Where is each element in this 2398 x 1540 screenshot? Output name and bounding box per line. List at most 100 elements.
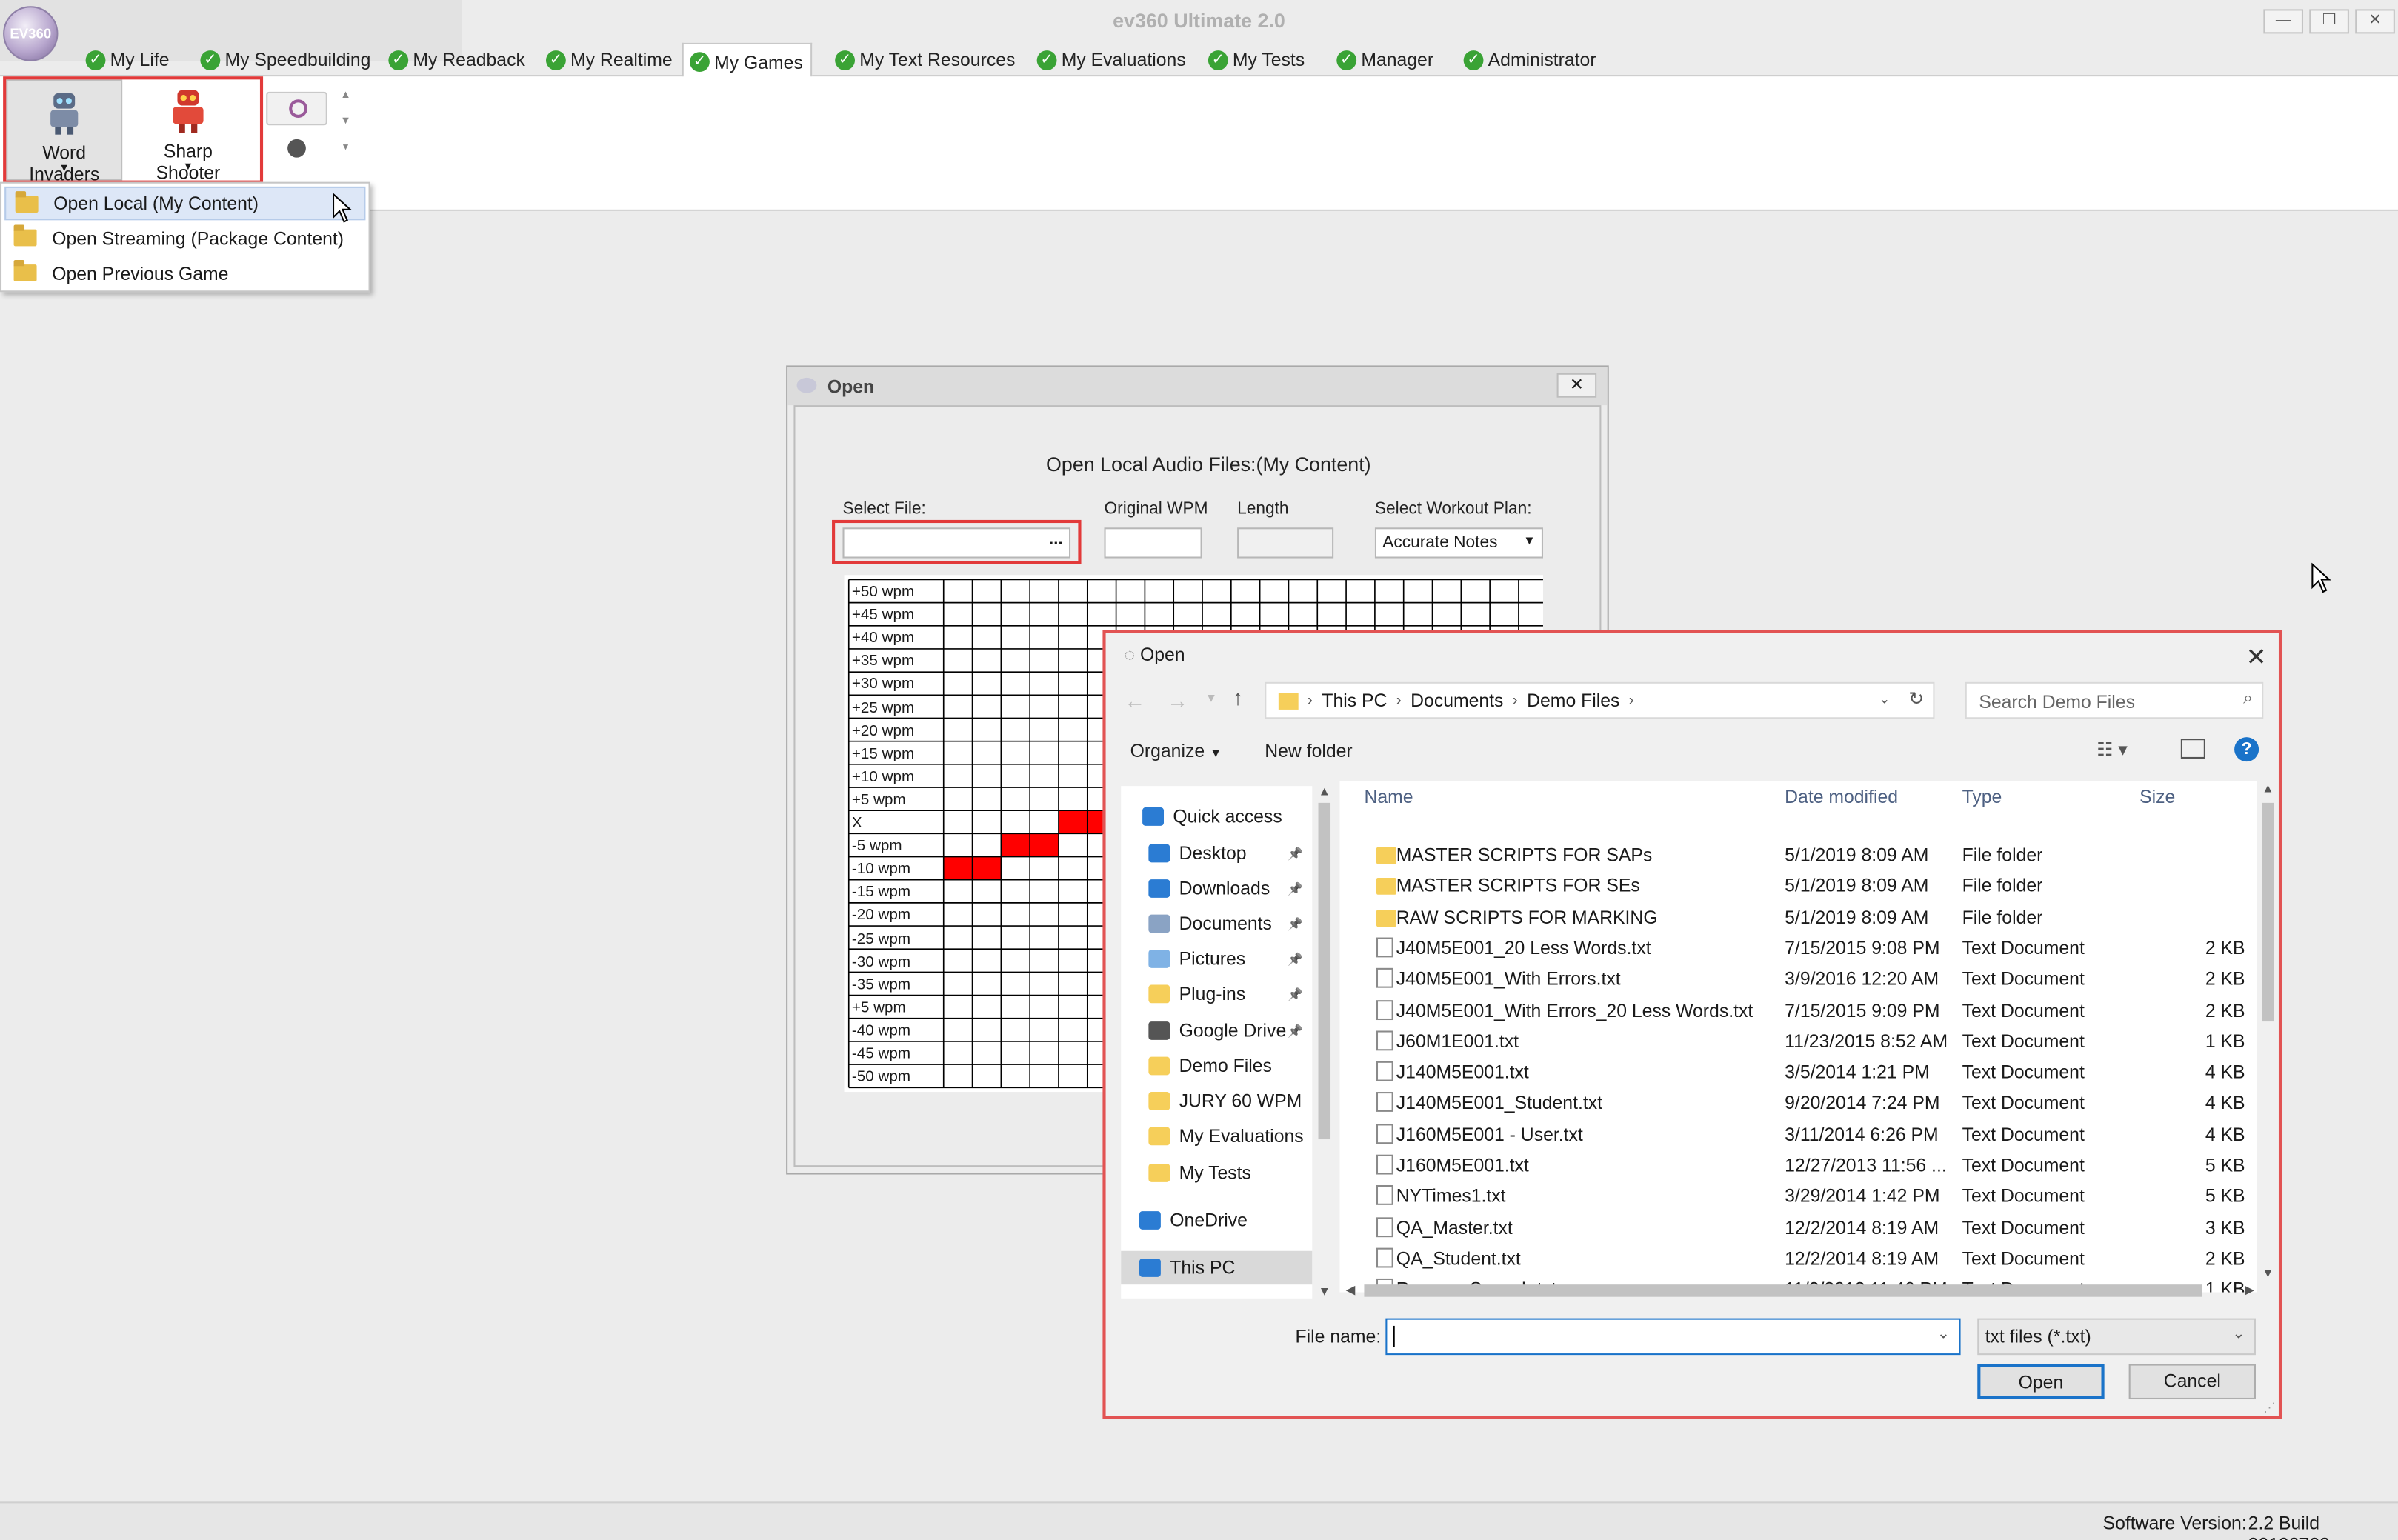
menu-item-open-local[interactable]: Open Local (My Content) — [4, 186, 366, 221]
nav-item-documents[interactable]: Documents 📌 — [1121, 907, 1312, 940]
nav-item-my-evaluations[interactable]: My Evaluations — [1121, 1119, 1312, 1153]
recent-locations-icon[interactable]: ▼ — [1205, 691, 1217, 705]
dialog-close-button[interactable]: ✕ — [1556, 373, 1597, 398]
file-name: QA_Master.txt — [1396, 1216, 1513, 1239]
tab-administrator[interactable]: ✓ Administrator — [1457, 43, 1604, 76]
menu-item-label: Open Previous Game — [52, 263, 229, 284]
file-row[interactable]: J140M5E001.txt 3/5/2014 1:21 PM Text Docum… — [1339, 1057, 2257, 1087]
tab-label: My Speedbuilding — [224, 49, 371, 70]
file-type: File folder — [1962, 875, 2043, 897]
file-row[interactable]: J40M5E001_20 Less Words.txt 7/15/2015 9:0… — [1339, 933, 2257, 963]
file-row[interactable]: NYTimes1.txt 3/29/2014 1:42 PM Text Docume… — [1339, 1181, 2257, 1211]
workout-plan-select[interactable]: Accurate Notes ▼ — [1374, 527, 1543, 559]
file-row[interactable]: J140M5E001_Student.txt 9/20/2014 7:24 PM T… — [1339, 1088, 2257, 1119]
file-open-dialog: ◌ Open ✕ ← → ▼ ↑ › This PC › Documents ›… — [1102, 630, 2282, 1419]
back-button[interactable]: ← — [1124, 688, 1145, 713]
file-list-hscrollbar[interactable]: ◀ ▶ — [1343, 1280, 2258, 1301]
file-row[interactable]: QA_Master.txt 12/2/2014 8:19 AM Text Docum… — [1339, 1212, 2257, 1242]
nav-item-pictures[interactable]: Pictures 📌 — [1121, 942, 1312, 976]
nav-item-my-tests[interactable]: My Tests — [1121, 1156, 1312, 1190]
column-size[interactable]: Size — [2139, 786, 2175, 807]
new-folder-button[interactable]: New folder — [1265, 740, 1352, 761]
forward-button[interactable]: → — [1167, 688, 1188, 713]
help-icon[interactable]: ? — [2234, 737, 2259, 762]
file-row[interactable]: J60M1E001.txt 11/23/2015 8:52 AM Text Docu… — [1339, 1026, 2257, 1056]
tab-manager[interactable]: ✓ Manager — [1330, 43, 1441, 76]
tab-my-evaluations[interactable]: ✓ My Evaluations — [1030, 43, 1193, 76]
nav-item-desktop[interactable]: Desktop 📌 — [1121, 836, 1312, 870]
file-list: Name ^ Date modified Type Size MASTER SC… — [1339, 781, 2258, 1293]
close-button[interactable]: ✕ — [2355, 9, 2395, 34]
file-list-vscrollbar[interactable]: ▲ ▼ — [2257, 781, 2279, 1280]
file-name-input[interactable]: ⌄ — [1385, 1318, 1961, 1356]
nav-item-onedrive[interactable]: OneDrive — [1121, 1204, 1312, 1237]
app-logo[interactable]: EV360 — [3, 6, 59, 61]
breadcrumb-demo-files[interactable]: Demo Files — [1527, 690, 1619, 711]
file-name: J160M5E001 - User.txt — [1396, 1123, 1583, 1145]
up-button[interactable]: ↑ — [1233, 685, 1243, 710]
file-type-select[interactable]: txt files (*.txt) ⌄ — [1977, 1318, 2256, 1356]
chevron-down-icon[interactable]: ⌄ — [1879, 691, 1891, 708]
organize-button[interactable]: Organize ▼ — [1130, 740, 1222, 761]
file-type: Text Document — [1962, 1185, 2085, 1207]
nav-item-jury-60-wpm[interactable]: JURY 60 WPM — [1121, 1084, 1312, 1118]
nav-item-label: Pictures — [1179, 947, 1246, 970]
file-type: File folder — [1962, 844, 2043, 866]
resize-grip-icon[interactable]: ⋰ — [2263, 1401, 2276, 1415]
column-name[interactable]: Name — [1364, 786, 1413, 807]
nav-item-plug-ins[interactable]: Plug-ins 📌 — [1121, 977, 1312, 1010]
small-game-button-2[interactable] — [266, 135, 327, 165]
original-wpm-field[interactable] — [1104, 527, 1202, 559]
file-row[interactable]: J40M5E001_With Errors_20 Less Words.txt 7… — [1339, 995, 2257, 1025]
file-row[interactable]: J40M5E001_With Errors.txt 3/9/2016 12:20 … — [1339, 964, 2257, 994]
tab-my-text-resources[interactable]: ✓ My Text Resources — [829, 43, 1023, 76]
menu-item-open-streaming[interactable]: Open Streaming (Package Content) — [4, 221, 365, 255]
nav-item-google-drive[interactable]: Google Drive 📌 — [1121, 1014, 1312, 1047]
cancel-button[interactable]: Cancel — [2128, 1364, 2256, 1400]
breadcrumb-this-pc[interactable]: This PC — [1322, 690, 1387, 711]
address-bar[interactable]: › This PC › Documents › Demo Files › ⌄ ↻ — [1265, 681, 1935, 719]
column-type[interactable]: Type — [1962, 786, 2002, 807]
nav-item-this-pc[interactable]: This PC — [1121, 1250, 1313, 1285]
file-row[interactable]: J160M5E001.txt 12/27/2013 11:56 ... Text D… — [1339, 1150, 2257, 1181]
tab-my-games[interactable]: ✓ My Games — [682, 42, 813, 80]
nav-scrollbar[interactable]: ▲ ▼ — [1315, 781, 1333, 1299]
nav-item-downloads[interactable]: Downloads 📌 — [1121, 872, 1312, 905]
preview-pane-icon[interactable] — [2180, 739, 2205, 759]
file-size: 3 KB — [2205, 1216, 2245, 1239]
chevron-down-icon[interactable]: ⌄ — [1937, 1326, 1950, 1343]
refresh-icon[interactable]: ↻ — [1908, 688, 1924, 710]
nav-item-label: Downloads — [1179, 878, 1270, 899]
nav-item-quick-access[interactable]: Quick access — [1121, 800, 1312, 833]
menu-item-open-previous[interactable]: Open Previous Game — [4, 257, 365, 290]
nav-item-demo-files[interactable]: Demo Files — [1121, 1049, 1312, 1082]
open-button[interactable]: Open — [1977, 1364, 2105, 1400]
file-type: Text Document — [1962, 1123, 2085, 1145]
search-input[interactable]: Search Demo Files ⌕ — [1965, 681, 2264, 719]
file-date: 7/15/2015 9:08 PM — [1785, 937, 1940, 959]
tab-my-readback[interactable]: ✓ My Readback — [382, 43, 533, 76]
column-date-modified[interactable]: Date modified — [1785, 786, 1898, 807]
file-row[interactable]: QA_Student.txt 12/2/2014 8:19 AM Text Docu… — [1339, 1243, 2257, 1273]
nav-item-label: JURY 60 WPM — [1179, 1090, 1302, 1112]
ribbon-scroller[interactable]: ▲ ▼ ▾ — [335, 82, 356, 174]
tab-my-speedbuilding[interactable]: ✓ My Speedbuilding — [194, 43, 379, 76]
small-game-button-1[interactable] — [266, 91, 327, 126]
file-row[interactable]: MASTER SCRIPTS FOR SAPs 5/1/2019 8:09 AM F… — [1339, 839, 2257, 870]
tab-my-tests[interactable]: ✓ My Tests — [1202, 43, 1313, 76]
minimize-button[interactable]: — — [2263, 9, 2303, 34]
file-row[interactable]: RAW SCRIPTS FOR MARKING 5/1/2019 8:09 AM F… — [1339, 901, 2257, 932]
tab-label: My Realtime — [570, 49, 673, 70]
file-row[interactable]: J160M5E001 - User.txt 3/11/2014 6:26 PM Te… — [1339, 1119, 2257, 1150]
tab-label: My Text Resources — [859, 49, 1016, 70]
file-size: 2 KB — [2205, 999, 2245, 1021]
view-options-icon[interactable]: ☷ ▾ — [2096, 739, 2128, 760]
text-document-icon — [1376, 1030, 1393, 1050]
breadcrumb-documents[interactable]: Documents — [1411, 690, 1503, 711]
check-icon: ✓ — [388, 50, 409, 70]
tab-my-life[interactable]: ✓ My Life — [79, 43, 176, 76]
close-icon[interactable]: ✕ — [2246, 642, 2267, 673]
tab-my-realtime[interactable]: ✓ My Realtime — [540, 43, 680, 76]
file-row[interactable]: MASTER SCRIPTS FOR SEs 5/1/2019 8:09 AM Fi… — [1339, 870, 2257, 901]
restore-button[interactable]: ❐ — [2309, 9, 2349, 34]
